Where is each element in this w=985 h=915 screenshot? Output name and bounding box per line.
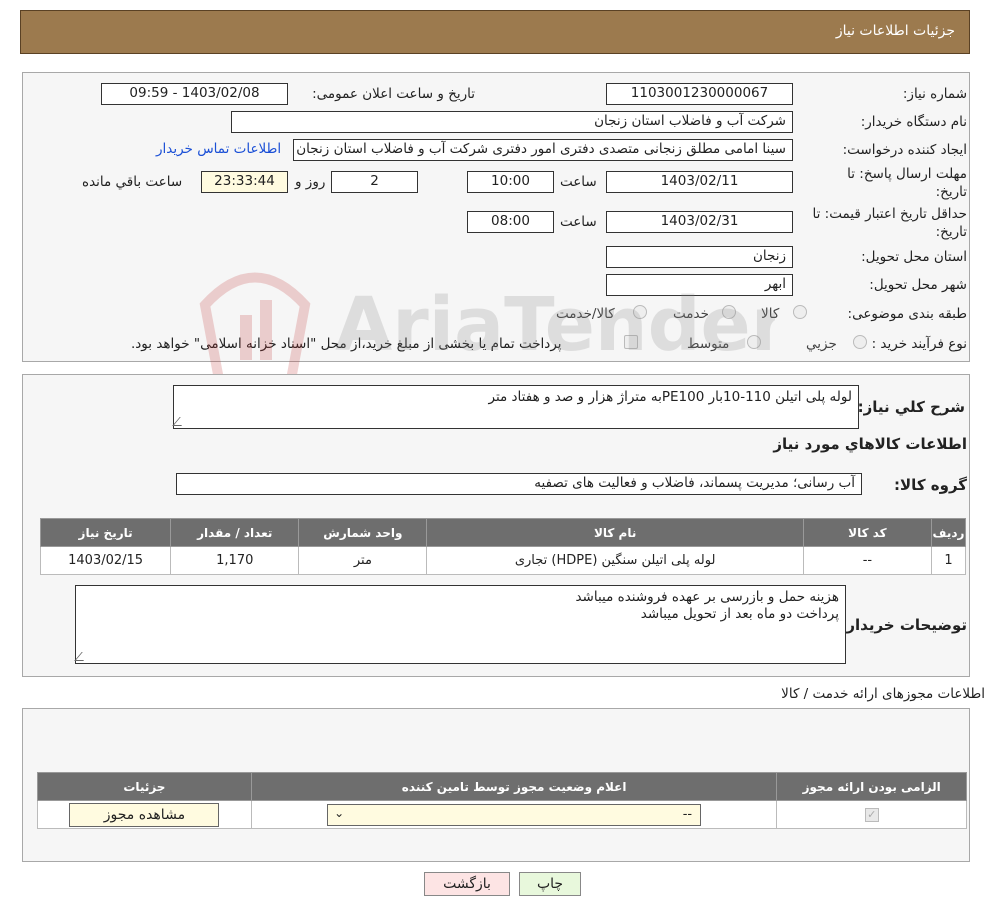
delivery-province-label: استان محل تحویل: <box>861 249 967 265</box>
cell-license-details: مشاهده مجوز <box>37 800 252 829</box>
goods-table-header: ردیف کد کالا نام کالا واحد شمارش تعداد /… <box>39 518 967 547</box>
required-checkbox: ✓ <box>864 808 879 822</box>
col-date: تاریخ نیاز <box>39 518 172 547</box>
cell-unit: متر <box>298 546 428 575</box>
purchase-radio-medium[interactable] <box>747 335 761 349</box>
cell-license-status: -- ⌄ <box>250 800 778 829</box>
delivery-province-field: زنجان <box>606 246 793 268</box>
announce-datetime-label: تاریخ و ساعت اعلان عمومی: <box>312 86 475 102</box>
reply-days-field: 2 <box>331 171 418 193</box>
purchase-option-medium: متوسط <box>687 336 730 352</box>
cell-row: 1 <box>930 546 967 575</box>
page-title: جزئیات اطلاعات نیاز <box>835 23 955 39</box>
reply-deadline-time: 10:00 <box>467 171 554 193</box>
reply-deadline-time-label: ساعت <box>560 174 597 190</box>
price-validity-date: 1403/02/31 <box>606 211 793 233</box>
cell-qty: 1,170 <box>170 546 300 575</box>
goods-group-field: آب رسانی؛ مدیریت پسماند، فاضلاب و فعالیت… <box>176 473 862 495</box>
cell-license-required: ✓ <box>776 800 967 829</box>
category-option-goods: کالا <box>761 306 780 322</box>
buyer-org-label: نام دستگاه خریدار: <box>860 114 967 130</box>
col-license-required: الزامی بودن ارائه مجوز <box>776 772 967 801</box>
view-license-button[interactable]: مشاهده مجوز <box>69 802 220 827</box>
buyer-org-field: شرکت آب و فاضلاب استان زنجان <box>231 111 793 133</box>
delivery-city-field: ابهر <box>606 274 793 296</box>
col-name: نام کالا <box>426 518 804 547</box>
licenses-table-header: الزامی بودن ارائه مجوز اعلام وضعیت مجوز … <box>37 772 967 801</box>
licenses-section-title: اطلاعات مجوزهای ارائه خدمت / کالا <box>781 686 985 702</box>
col-unit: واحد شمارش <box>298 518 428 547</box>
price-validity-label: حداقل تاریخ اعتبار قیمت: تا <box>812 206 967 222</box>
price-validity-time: 08:00 <box>467 211 554 233</box>
category-radio-goods[interactable] <box>793 305 807 319</box>
col-license-status: اعلام وضعیت مجوز توسط تامین کننده <box>250 772 778 801</box>
cell-code: -- <box>802 546 932 575</box>
need-number-field: 1103001230000067 <box>606 83 793 105</box>
back-button[interactable]: بازگشت <box>424 872 510 896</box>
description-field: لوله پلی اتیلن 110-10بار PE100به متراژ ه… <box>172 385 859 429</box>
cell-name: لوله پلی اتیلن سنگین (HDPE) تجاری <box>426 546 804 575</box>
chevron-down-icon: ⌄ <box>334 805 345 820</box>
table-row: ✓ -- ⌄ مشاهده مجوز <box>37 800 967 829</box>
license-status-select[interactable]: -- ⌄ <box>327 803 702 826</box>
category-option-both: کالا/خدمت <box>556 306 615 322</box>
page-header: جزئیات اطلاعات نیاز <box>20 10 970 54</box>
description-text: لوله پلی اتیلن 110-10بار PE100به متراژ ه… <box>488 389 853 405</box>
resize-grip-icon[interactable] <box>172 417 189 426</box>
announce-datetime-field: 1403/02/08 - 09:59 <box>101 83 288 105</box>
purchase-radio-small[interactable] <box>853 335 867 349</box>
treasury-note: پرداخت تمام یا بخشی از مبلغ خرید،از محل … <box>131 336 562 352</box>
price-validity-time-label: ساعت <box>560 214 597 230</box>
category-option-service: خدمت <box>673 306 709 322</box>
category-radio-both[interactable] <box>633 305 647 319</box>
goods-group-label: گروه کالا: <box>894 476 967 494</box>
cell-date: 1403/02/15 <box>39 546 172 575</box>
col-row: ردیف <box>930 518 967 547</box>
price-validity-label-date: تاریخ: <box>935 224 967 240</box>
reply-deadline-label: مهلت ارسال پاسخ: تا <box>847 166 967 182</box>
requester-field: سینا امامی مطلق زنجانی متصدی دفتری امور … <box>293 139 793 161</box>
goods-section-title: اطلاعات کالاهاي مورد نياز <box>773 435 967 453</box>
remaining-time-field: 23:33:44 <box>201 171 288 193</box>
col-code: کد کالا <box>802 518 932 547</box>
print-button[interactable]: چاپ <box>519 872 581 896</box>
table-row: 1 -- لوله پلی اتیلن سنگین (HDPE) تجاری م… <box>39 546 967 575</box>
license-status-value: -- <box>682 806 693 822</box>
need-number-label: شماره نیاز: <box>902 86 967 102</box>
buyer-notes-line-1: هزینه حمل و بازرسی بر عهده فروشنده میباش… <box>575 589 839 605</box>
goods-table: ردیف کد کالا نام کالا واحد شمارش تعداد /… <box>39 518 967 575</box>
resize-grip-icon[interactable] <box>74 652 91 661</box>
buyer-notes-line-2: پرداخت دو ماه بعد از تحویل میباشد <box>640 606 839 622</box>
reply-deadline-date: 1403/02/11 <box>606 171 793 193</box>
treasury-checkbox[interactable] <box>624 335 638 349</box>
buyer-contact-link[interactable]: اطلاعات تماس خریدار <box>156 141 281 157</box>
buyer-notes-label: توضیحات خریدار: <box>840 616 967 634</box>
delivery-city-label: شهر محل تحویل: <box>869 277 967 293</box>
category-radio-service[interactable] <box>722 305 736 319</box>
col-license-details: جزئیات <box>37 772 252 801</box>
purchase-option-small: جزیي <box>806 336 837 352</box>
description-label: شرح کلي نياز: <box>857 398 965 416</box>
buyer-notes-field: هزینه حمل و بازرسی بر عهده فروشنده میباش… <box>74 585 846 664</box>
purchase-type-label: نوع فرآیند خرید : <box>871 336 967 352</box>
remaining-time-label: ساعت باقي مانده <box>82 174 183 190</box>
licenses-table: الزامی بودن ارائه مجوز اعلام وضعیت مجوز … <box>37 772 967 829</box>
reply-deadline-label-date: تاریخ: <box>935 184 967 200</box>
category-label: طبقه بندی موضوعی: <box>847 306 967 322</box>
requester-label: ایجاد کننده درخواست: <box>842 142 967 158</box>
reply-days-label: روز و <box>295 174 326 190</box>
col-qty: تعداد / مقدار <box>170 518 300 547</box>
